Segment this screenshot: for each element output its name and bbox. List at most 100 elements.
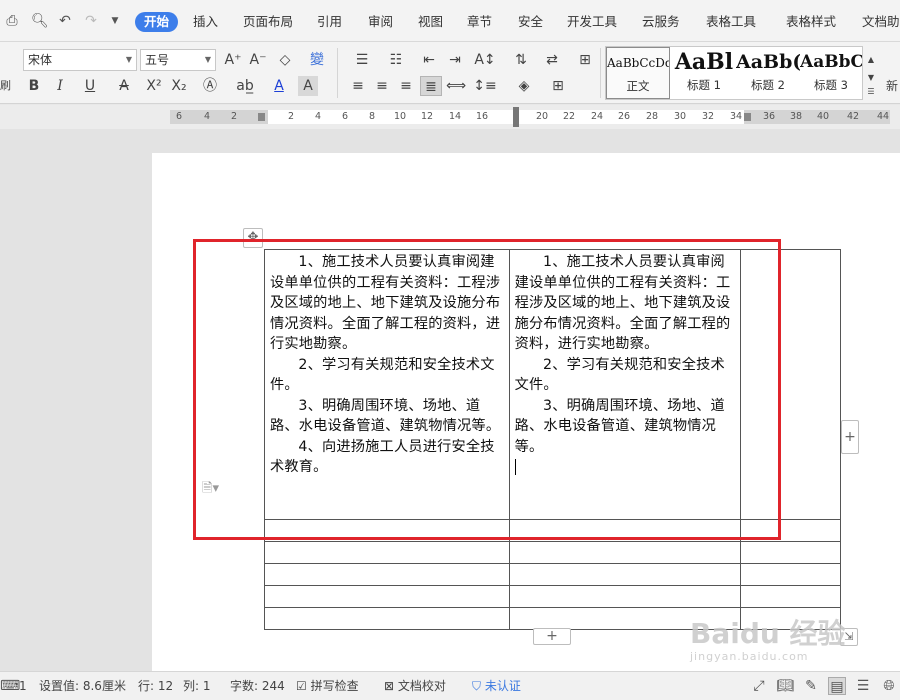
phonetic-guide-icon[interactable]: 變 — [302, 50, 332, 70]
table-cell[interactable] — [264, 541, 510, 564]
tab-chapter[interactable]: 章节 — [467, 12, 492, 32]
tab-page-layout[interactable]: 页面布局 — [243, 12, 293, 32]
ruler-column-marker[interactable] — [744, 113, 751, 121]
new-style-label[interactable]: 新 — [884, 76, 900, 96]
tab-table-style[interactable]: 表格样式 — [786, 12, 836, 32]
tab-developer[interactable]: 开发工具 — [567, 12, 617, 32]
char-shading-icon[interactable]: A — [298, 76, 318, 96]
decrease-indent-icon[interactable]: ⇤ — [418, 50, 440, 70]
horizontal-ruler[interactable]: 6 4 2 2 4 6 8 10 12 14 16 20 22 24 26 28… — [0, 105, 900, 129]
align-right-icon[interactable]: ≡ — [396, 76, 416, 96]
table-cell[interactable] — [264, 519, 510, 542]
add-column-button[interactable]: + — [841, 420, 859, 454]
keyboard-icon[interactable]: ⌨ — [0, 677, 20, 695]
table-cell[interactable] — [740, 249, 841, 520]
shading-icon[interactable]: ◈ — [510, 76, 538, 96]
table-cell[interactable]: 1、施工技术人员要认真审阅建设单单位供的工程有关资料：工程涉及区域的地上、地下建… — [264, 249, 510, 520]
table-cell[interactable] — [264, 585, 510, 608]
fullscreen-icon[interactable]: ⤢ — [750, 677, 768, 695]
clear-format-icon[interactable]: ◇ — [274, 50, 296, 70]
tab-insert[interactable]: 插入 — [193, 12, 218, 32]
tab-cloud[interactable]: 云服务 — [642, 12, 680, 32]
table-cell[interactable] — [508, 563, 742, 586]
show-marks-icon[interactable]: ⇄ — [538, 50, 566, 70]
bold-icon[interactable]: B — [24, 76, 44, 96]
font-color-icon[interactable]: A — [266, 76, 292, 96]
table-grid-icon[interactable]: ⊞ — [572, 50, 598, 70]
shrink-font-icon[interactable]: A⁻ — [247, 50, 269, 70]
subscript-icon[interactable]: X₂ — [168, 76, 190, 96]
spell-check-button[interactable]: ☑ 拼写检查 — [296, 678, 359, 694]
table-cell[interactable] — [740, 541, 841, 564]
tab-security[interactable]: 安全 — [518, 12, 543, 32]
line-spacing-icon[interactable]: ↕≡ — [471, 76, 499, 96]
table-cell[interactable] — [264, 607, 510, 630]
quick-access-dropdown-icon[interactable]: ▼ — [107, 13, 123, 29]
web-view-icon[interactable]: 🌐︎ — [880, 677, 898, 695]
format-painter-label[interactable]: 刷 — [0, 76, 11, 96]
tab-doc-helper[interactable]: 文档助 — [862, 12, 900, 32]
table-cell[interactable] — [508, 541, 742, 564]
style-heading-1[interactable]: AaBl 标题 1 — [672, 47, 736, 99]
outline-view-icon[interactable]: ☰ — [854, 677, 872, 695]
ruler-column-marker[interactable] — [258, 113, 265, 121]
style-normal[interactable]: AaBbCcDd 正文 — [606, 47, 670, 99]
table-cell[interactable] — [740, 585, 841, 608]
border-icon[interactable]: ⊞ — [544, 76, 572, 96]
spell-check-label: 拼写检查 — [310, 679, 359, 693]
font-name-select[interactable]: 宋体 ▼ — [23, 49, 137, 71]
menu-bar: ⎙ 🔍︎ ↶ ↷ ▼ 开始 插入 页面布局 引用 审阅 视图 章节 安全 开发工… — [0, 0, 900, 42]
style-expand-icon[interactable]: ☰ — [865, 82, 877, 102]
strikethrough-icon[interactable]: A — [110, 76, 138, 96]
reading-mode-icon[interactable]: 📖︎ — [776, 677, 794, 695]
underline-icon[interactable]: U — [76, 76, 104, 96]
paragraph-options-icon[interactable]: 🗎▾ — [202, 479, 219, 501]
tab-review[interactable]: 审阅 — [368, 12, 393, 32]
table-cell[interactable] — [508, 585, 742, 608]
undo-icon[interactable]: ↶ — [57, 13, 73, 29]
highlight-color-icon[interactable]: ab̲ — [230, 76, 260, 96]
italic-icon[interactable]: I — [50, 76, 70, 96]
page-view-icon[interactable]: ▤ — [828, 677, 846, 695]
table-cell[interactable] — [740, 607, 841, 630]
table-cell[interactable] — [508, 519, 742, 542]
edit-mode-icon[interactable]: ✎ — [802, 677, 820, 695]
bullet-list-icon[interactable]: ☰ — [348, 50, 376, 70]
table-cell[interactable]: 1、施工技术人员要认真审阅建设单单位供的工程有关资料：工程涉及区域的地上、地下建… — [508, 249, 742, 520]
document-table[interactable]: 1、施工技术人员要认真审阅建设单单位供的工程有关资料：工程涉及区域的地上、地下建… — [264, 249, 841, 630]
ruler-column-marker[interactable] — [513, 107, 519, 127]
add-row-button[interactable]: + — [533, 628, 571, 645]
table-cell[interactable] — [740, 563, 841, 586]
chinese-layout-icon[interactable]: A↕ — [471, 50, 499, 70]
increase-indent-icon[interactable]: ⇥ — [444, 50, 466, 70]
tab-view[interactable]: 视图 — [418, 12, 443, 32]
doc-proof-button[interactable]: ⊠ 文档校对 — [384, 678, 446, 694]
style-heading-3[interactable]: AaBbC 标题 3 — [800, 47, 862, 99]
unverified-button[interactable]: ⛉ 未认证 — [472, 678, 521, 694]
table-cell[interactable] — [508, 607, 742, 630]
superscript-icon[interactable]: X² — [143, 76, 165, 96]
table-resize-icon[interactable]: ⇲ — [840, 628, 858, 646]
print-preview-icon[interactable]: 🔍︎ — [31, 13, 49, 29]
table-move-handle-icon[interactable]: ✥ — [243, 228, 263, 248]
word-count[interactable]: 字数: 244 — [230, 678, 285, 694]
distribute-icon[interactable]: ⟺ — [446, 76, 466, 96]
align-left-icon[interactable]: ≡ — [348, 76, 368, 96]
align-center-icon[interactable]: ≡ — [372, 76, 392, 96]
tab-references[interactable]: 引用 — [317, 12, 342, 32]
text-effect-icon[interactable]: Ⓐ — [197, 76, 223, 96]
table-cell[interactable] — [264, 563, 510, 586]
justify-icon[interactable]: ≣ — [420, 76, 442, 96]
style-heading-2[interactable]: AaBb( 标题 2 — [736, 47, 800, 99]
style-scroll-up-icon[interactable]: ▲ — [865, 50, 877, 70]
table-cell[interactable] — [740, 519, 841, 542]
print-icon[interactable]: ⎙ — [4, 13, 20, 29]
page-number[interactable]: 1 — [19, 678, 27, 694]
numbered-list-icon[interactable]: ☷ — [382, 50, 410, 70]
tab-table-tools[interactable]: 表格工具 — [706, 12, 756, 32]
tab-home[interactable]: 开始 — [135, 12, 179, 32]
grow-font-icon[interactable]: A⁺ — [222, 50, 244, 70]
sort-icon[interactable]: ⇅ — [510, 50, 532, 70]
font-size-select[interactable]: 五号 ▼ — [140, 49, 216, 71]
redo-icon[interactable]: ↷ — [83, 13, 99, 29]
